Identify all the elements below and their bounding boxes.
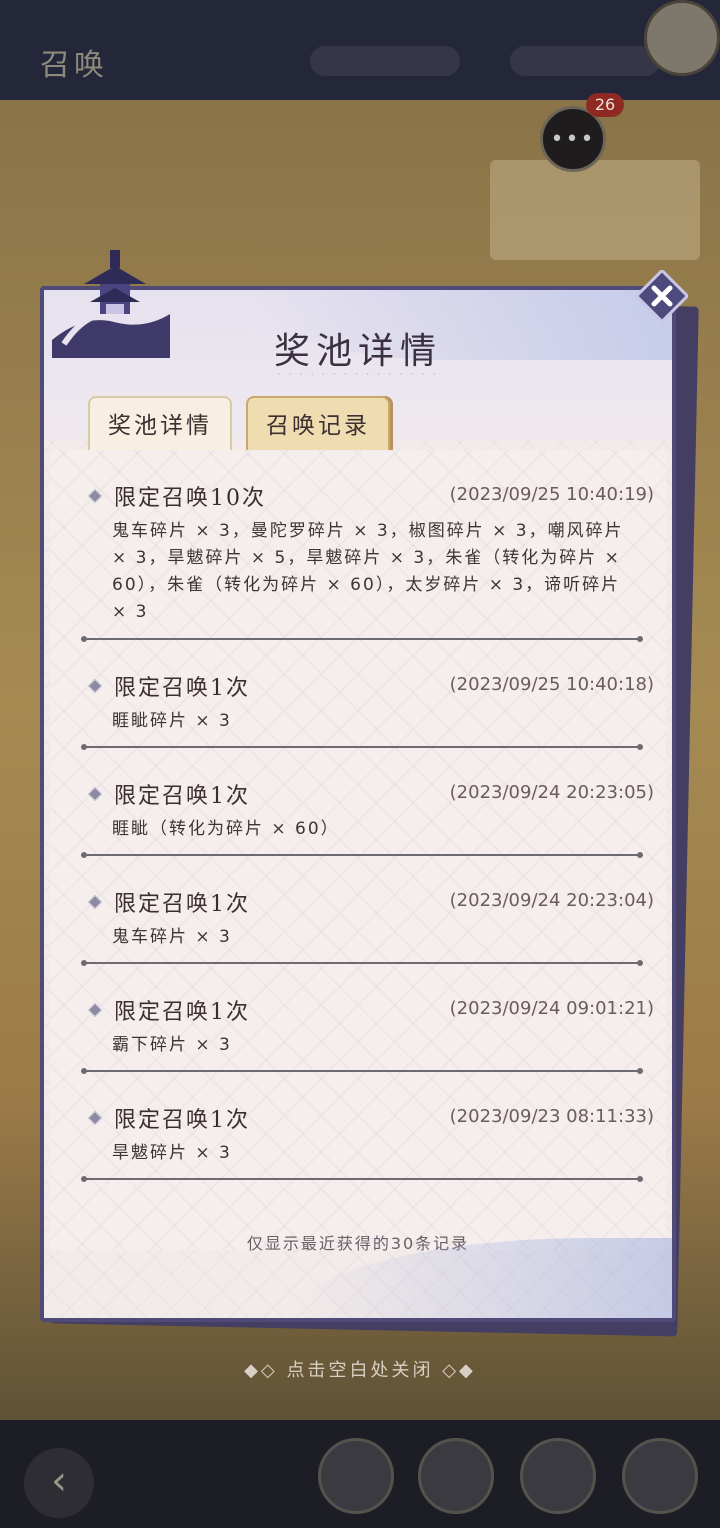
record-title: 限定召唤1次 bbox=[114, 892, 250, 917]
record-rewards: 睚眦碎片 × 3 bbox=[112, 711, 232, 731]
tap-blank-to-close-hint[interactable]: ◆◇ 点击空白处关闭 ◇◆ bbox=[0, 1356, 720, 1382]
list-item: 限定召唤1次 (2023/09/24 20:23:04) 鬼车碎片 × 3 bbox=[78, 886, 658, 951]
record-rewards: 睚眦（转化为碎片 × 60） bbox=[112, 819, 340, 839]
record-title: 限定召唤1次 bbox=[114, 1000, 250, 1025]
record-time: (2023/09/25 10:40:19) bbox=[449, 484, 654, 505]
diamond-bullet-icon bbox=[87, 678, 103, 694]
diamond-bullet-icon bbox=[87, 894, 103, 910]
record-rewards: 鬼车碎片 × 3，曼陀罗碎片 × 3，椒图碎片 × 3，嘲风碎片 × 3，旱魃碎… bbox=[112, 521, 624, 622]
resource-counter-1 bbox=[310, 46, 460, 76]
divider bbox=[81, 960, 643, 966]
record-time: (2023/09/24 09:01:21) bbox=[449, 998, 654, 1019]
list-item: 限定召唤1次 (2023/09/23 08:11:33) 旱魃碎片 × 3 bbox=[78, 1102, 658, 1167]
divider bbox=[81, 744, 643, 750]
diamond-bullet-icon bbox=[87, 1110, 103, 1126]
character-button-2[interactable] bbox=[418, 1438, 494, 1514]
diamond-bullet-icon bbox=[87, 488, 103, 504]
divider bbox=[81, 636, 643, 642]
record-title: 限定召唤1次 bbox=[114, 676, 250, 701]
close-x-icon[interactable] bbox=[636, 270, 688, 322]
character-button-1[interactable] bbox=[318, 1438, 394, 1514]
record-title: 限定召唤1次 bbox=[114, 1108, 250, 1133]
divider bbox=[81, 1176, 643, 1182]
record-rewards: 霸下碎片 × 3 bbox=[112, 1035, 232, 1055]
record-time: (2023/09/24 20:23:04) bbox=[449, 890, 654, 911]
record-title: 限定召唤1次 bbox=[114, 784, 250, 809]
list-item: 限定召唤1次 (2023/09/25 10:40:18) 睚眦碎片 × 3 bbox=[78, 670, 658, 735]
title-ornament: · · · · · · · · · · · · · · · bbox=[277, 370, 439, 379]
top-bar: 召唤 bbox=[0, 0, 720, 100]
record-rewards: 鬼车碎片 × 3 bbox=[112, 927, 232, 947]
record-rewards: 旱魃碎片 × 3 bbox=[112, 1143, 232, 1163]
back-arrow-icon[interactable]: ‹ bbox=[24, 1448, 94, 1518]
player-avatar[interactable] bbox=[644, 0, 720, 76]
chat-unread-badge: 26 bbox=[586, 93, 624, 117]
record-time: (2023/09/24 20:23:05) bbox=[449, 782, 654, 803]
list-item: 限定召唤1次 (2023/09/24 20:23:05) 睚眦（转化为碎片 × … bbox=[78, 778, 658, 843]
records-list[interactable]: 限定召唤10次 (2023/09/25 10:40:19) 鬼车碎片 × 3，曼… bbox=[50, 450, 666, 1250]
event-info-card bbox=[490, 160, 700, 260]
screen-title: 召唤 bbox=[40, 48, 108, 83]
record-time: (2023/09/25 10:40:18) bbox=[449, 674, 654, 695]
pagoda-emblem-icon bbox=[52, 250, 170, 358]
character-button-4[interactable] bbox=[622, 1438, 698, 1514]
pool-details-modal: 奖池详情 · · · · · · · · · · · · · · · 奖池详情 … bbox=[40, 286, 676, 1322]
diamond-bullet-icon bbox=[87, 786, 103, 802]
record-time: (2023/09/23 08:11:33) bbox=[449, 1106, 654, 1127]
character-button-3[interactable] bbox=[520, 1438, 596, 1514]
list-item: 限定召唤10次 (2023/09/25 10:40:19) 鬼车碎片 × 3，曼… bbox=[78, 480, 658, 626]
bottom-bar: ‹ bbox=[0, 1428, 720, 1528]
diamond-bullet-icon bbox=[87, 1002, 103, 1018]
resource-counter-2 bbox=[510, 46, 660, 76]
divider bbox=[81, 852, 643, 858]
tab-summon-records[interactable]: 召唤记录 bbox=[246, 396, 390, 452]
record-title: 限定召唤10次 bbox=[114, 486, 266, 511]
divider bbox=[81, 1068, 643, 1074]
list-item: 限定召唤1次 (2023/09/24 09:01:21) 霸下碎片 × 3 bbox=[78, 994, 658, 1059]
tab-pool-details[interactable]: 奖池详情 bbox=[88, 396, 232, 452]
